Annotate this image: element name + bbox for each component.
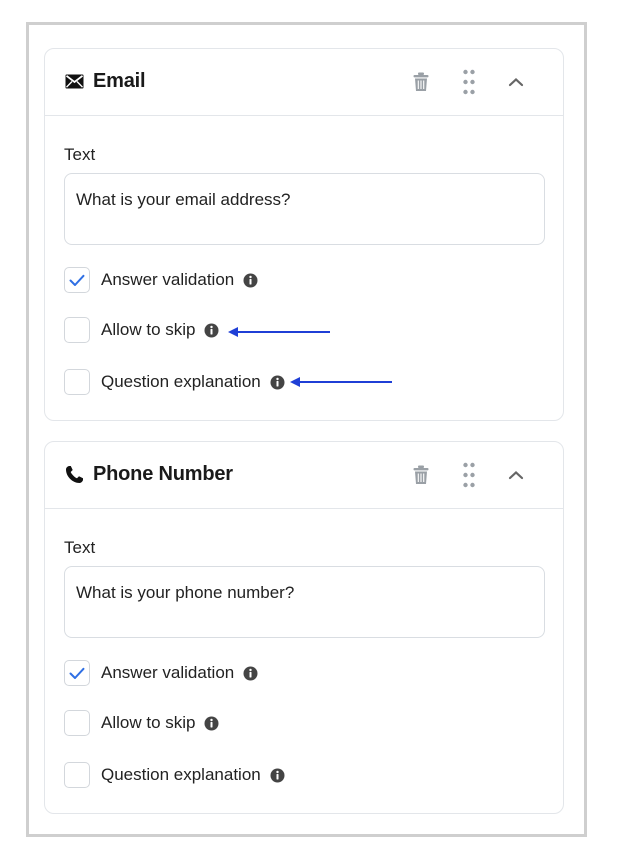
info-icon[interactable] — [204, 716, 219, 731]
question-text-input[interactable]: What is your phone number? — [64, 566, 545, 638]
question-text-input[interactable]: What is your email address? — [64, 173, 545, 245]
phone-icon — [64, 464, 84, 484]
option-allow-to-skip[interactable]: Allow to skip — [64, 314, 219, 346]
checkbox-checked[interactable] — [64, 267, 90, 293]
drag-dots-icon — [463, 462, 475, 488]
checkbox-checked[interactable] — [64, 660, 90, 686]
option-label: Answer validation — [101, 663, 235, 682]
option-question-explanation[interactable]: Question explanation — [64, 759, 285, 791]
checkbox-unchecked[interactable] — [64, 710, 90, 736]
info-icon[interactable] — [270, 375, 285, 390]
info-icon[interactable] — [204, 323, 219, 338]
checkbox-unchecked[interactable] — [64, 317, 90, 343]
info-icon[interactable] — [243, 666, 258, 681]
option-question-explanation[interactable]: Question explanation — [64, 366, 285, 398]
collapse-button[interactable] — [504, 68, 528, 96]
delete-button[interactable] — [409, 68, 433, 96]
card-title: Email — [64, 69, 146, 93]
card-header: Email — [45, 49, 563, 116]
annotation-arrow-question-explanation — [290, 377, 392, 387]
info-icon[interactable] — [270, 768, 285, 783]
annotation-arrow-allow-to-skip — [228, 327, 330, 337]
trash-icon — [413, 72, 429, 91]
option-allow-to-skip[interactable]: Allow to skip — [64, 707, 219, 739]
option-answer-validation[interactable]: Answer validation — [64, 657, 258, 689]
option-label: Question explanation — [101, 765, 261, 784]
info-icon[interactable] — [243, 273, 258, 288]
checkbox-unchecked[interactable] — [64, 762, 90, 788]
option-label: Answer validation — [101, 270, 235, 289]
card-title-text: Email — [93, 69, 146, 92]
chevron-up-icon — [508, 471, 524, 480]
checkbox-unchecked[interactable] — [64, 369, 90, 395]
checkmark-icon — [69, 274, 85, 286]
trash-icon — [413, 465, 429, 484]
email-question-card: Email Text What is your email address? A… — [44, 48, 564, 421]
collapse-button[interactable] — [504, 461, 528, 489]
delete-button[interactable] — [409, 461, 433, 489]
drag-handle[interactable] — [457, 68, 481, 96]
checkmark-icon — [69, 667, 85, 679]
option-label: Question explanation — [101, 372, 261, 391]
text-field-label: Text — [64, 538, 96, 557]
text-field-label: Text — [64, 145, 96, 164]
drag-handle[interactable] — [457, 461, 481, 489]
drag-dots-icon — [463, 69, 475, 95]
card-title-text: Phone Number — [93, 462, 233, 485]
card-header: Phone Number — [45, 442, 563, 509]
card-title: Phone Number — [64, 462, 233, 486]
phone-question-card: Phone Number Text What is your phone num… — [44, 441, 564, 814]
option-answer-validation[interactable]: Answer validation — [64, 264, 258, 296]
chevron-up-icon — [508, 78, 524, 87]
option-label: Allow to skip — [101, 713, 196, 732]
option-label: Allow to skip — [101, 320, 196, 339]
envelope-icon — [64, 71, 84, 91]
